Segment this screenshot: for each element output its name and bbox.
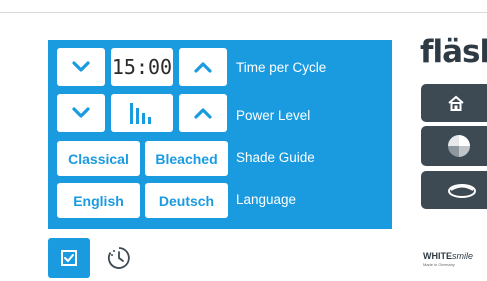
- language-english-button[interactable]: English: [57, 183, 140, 218]
- brand-name-bold: WHITE: [423, 251, 452, 261]
- top-divider: [0, 12, 487, 13]
- time-display: 15:00: [111, 48, 173, 86]
- chevron-down-icon: [72, 61, 90, 72]
- shade-guide-label: Shade Guide: [236, 150, 315, 165]
- home-icon: [448, 95, 464, 111]
- tray-icon: [448, 184, 476, 198]
- settings-tab-button[interactable]: [48, 238, 90, 278]
- power-increase-button[interactable]: [179, 94, 227, 132]
- shade-guide-button[interactable]: [421, 126, 487, 166]
- clock-icon: [107, 247, 130, 269]
- chevron-down-icon: [72, 107, 90, 118]
- power-level-label: Power Level: [236, 108, 311, 123]
- chevron-up-icon: [194, 108, 212, 119]
- shade-classical-button[interactable]: Classical: [57, 141, 140, 176]
- chevron-up-icon: [194, 62, 212, 73]
- time-decrease-button[interactable]: [57, 48, 105, 86]
- settings-panel: 15:00 Time per Cycle Power Level Classic…: [48, 40, 392, 229]
- brand-name-italic: smile: [452, 251, 474, 261]
- language-deutsch-button[interactable]: Deutsch: [145, 183, 228, 218]
- timer-tab-button[interactable]: [104, 243, 134, 273]
- brand-subtitle: Made in Germany: [423, 262, 455, 267]
- tray-button[interactable]: [421, 171, 487, 209]
- power-decrease-button[interactable]: [57, 94, 105, 132]
- brand-logo: WHITEsmile: [423, 251, 473, 261]
- app-title: fläsh.: [420, 34, 487, 70]
- power-level-indicator: [111, 94, 173, 132]
- shade-bleached-button[interactable]: Bleached: [145, 141, 228, 176]
- home-button[interactable]: [421, 84, 487, 122]
- time-increase-button[interactable]: [179, 48, 227, 86]
- language-label: Language: [236, 192, 297, 207]
- time-per-cycle-label: Time per Cycle: [236, 60, 327, 75]
- power-bars-icon: [130, 103, 151, 124]
- checkbox-icon: [61, 250, 77, 266]
- shade-pie-icon: [448, 135, 470, 157]
